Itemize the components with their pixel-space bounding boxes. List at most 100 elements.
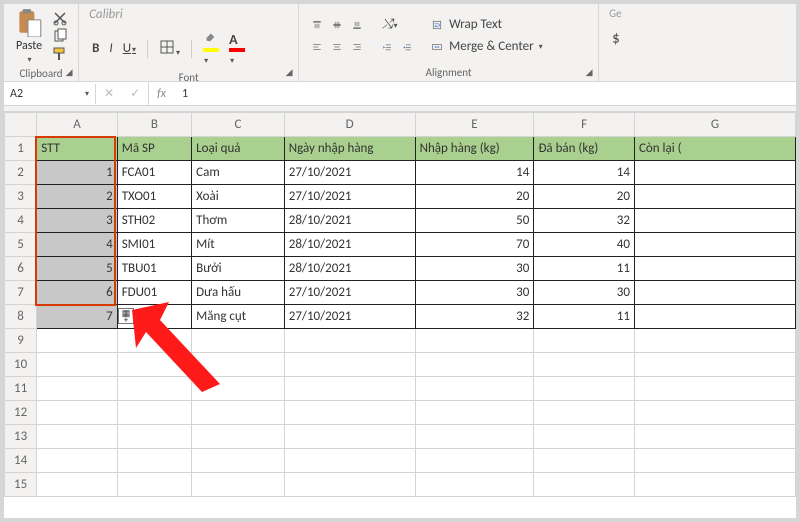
- cell[interactable]: [534, 473, 635, 497]
- cell[interactable]: 70: [415, 233, 534, 257]
- autofill-options-icon[interactable]: ▦+: [118, 308, 134, 324]
- cell[interactable]: 50: [415, 209, 534, 233]
- cell[interactable]: Thơm: [192, 209, 285, 233]
- cell[interactable]: [117, 377, 191, 401]
- cell[interactable]: [415, 401, 534, 425]
- cell[interactable]: Mít: [192, 233, 285, 257]
- cell[interactable]: [117, 449, 191, 473]
- cell[interactable]: [534, 449, 635, 473]
- cell[interactable]: [634, 281, 795, 305]
- col-header[interactable]: A: [37, 113, 118, 137]
- name-box[interactable]: A2 ▾: [4, 84, 96, 104]
- cell[interactable]: Măng cụt: [192, 305, 285, 329]
- cell[interactable]: 3: [37, 209, 118, 233]
- cell[interactable]: [634, 185, 795, 209]
- row-header[interactable]: 5: [5, 233, 37, 257]
- row-header[interactable]: 7: [5, 281, 37, 305]
- cell[interactable]: FCA01: [117, 161, 191, 185]
- col-header[interactable]: D: [284, 113, 415, 137]
- fx-icon[interactable]: fx: [149, 87, 174, 101]
- cell[interactable]: [534, 377, 635, 401]
- cell[interactable]: [415, 329, 534, 353]
- cell[interactable]: 40: [534, 233, 635, 257]
- cell[interactable]: [37, 329, 118, 353]
- cell[interactable]: [192, 353, 285, 377]
- cell[interactable]: 14: [415, 161, 534, 185]
- cell[interactable]: [415, 353, 534, 377]
- cell[interactable]: [634, 425, 795, 449]
- cell[interactable]: [415, 425, 534, 449]
- cell[interactable]: 30: [534, 281, 635, 305]
- cell[interactable]: Dưa hấu: [192, 281, 285, 305]
- cell[interactable]: [534, 329, 635, 353]
- cell[interactable]: [634, 233, 795, 257]
- paste-button[interactable]: Paste ▾: [14, 7, 44, 65]
- table-row[interactable]: 43STH02Thơm28/10/20215032: [5, 209, 796, 233]
- cell[interactable]: 6: [37, 281, 118, 305]
- table-row[interactable]: 15: [5, 473, 796, 497]
- cell[interactable]: 11: [534, 257, 635, 281]
- cell[interactable]: 32: [534, 209, 635, 233]
- col-header[interactable]: C: [192, 113, 285, 137]
- table-row[interactable]: 76FDU01Dưa hấu27/10/20213030: [5, 281, 796, 305]
- border-button[interactable]: ▾: [156, 37, 183, 61]
- cell[interactable]: 30: [415, 257, 534, 281]
- cell[interactable]: [634, 449, 795, 473]
- table-row[interactable]: 65TBU01Bưởi28/10/20213011: [5, 257, 796, 281]
- cell[interactable]: 28/10/2021: [284, 209, 415, 233]
- cell[interactable]: [117, 473, 191, 497]
- col-header[interactable]: F: [534, 113, 635, 137]
- header-cell[interactable]: Còn lại (: [634, 137, 795, 161]
- cell[interactable]: [284, 353, 415, 377]
- cell[interactable]: 2: [37, 185, 118, 209]
- table-row[interactable]: 32TXO01Xoài27/10/20212020: [5, 185, 796, 209]
- table-row[interactable]: 12: [5, 401, 796, 425]
- cell[interactable]: [37, 377, 118, 401]
- row-header[interactable]: 12: [5, 401, 37, 425]
- cell[interactable]: [634, 377, 795, 401]
- row-header[interactable]: 10: [5, 353, 37, 377]
- increase-indent-icon[interactable]: [399, 40, 415, 56]
- cell[interactable]: 1: [37, 161, 118, 185]
- table-row[interactable]: 13: [5, 425, 796, 449]
- row-header[interactable]: 3: [5, 185, 37, 209]
- align-top-icon[interactable]: [309, 17, 325, 33]
- table-row[interactable]: 54SMI01Mít28/10/20217040: [5, 233, 796, 257]
- align-left-icon[interactable]: [309, 39, 325, 55]
- cell[interactable]: 28/10/2021: [284, 257, 415, 281]
- align-bottom-icon[interactable]: [349, 17, 365, 33]
- row-header[interactable]: 13: [5, 425, 37, 449]
- cell[interactable]: [534, 425, 635, 449]
- cell[interactable]: [284, 473, 415, 497]
- cell[interactable]: [634, 473, 795, 497]
- cell[interactable]: [117, 353, 191, 377]
- cell[interactable]: Bưởi: [192, 257, 285, 281]
- orientation-button[interactable]: ⤭▾: [379, 15, 400, 34]
- cell[interactable]: [634, 209, 795, 233]
- cancel-fx-icon[interactable]: ✕: [96, 86, 122, 101]
- cell[interactable]: 5: [37, 257, 118, 281]
- header-cell[interactable]: Loại quả: [192, 137, 285, 161]
- cell[interactable]: [634, 257, 795, 281]
- cell[interactable]: [634, 329, 795, 353]
- font-dialog-launcher-icon[interactable]: ◢: [284, 67, 294, 77]
- align-middle-icon[interactable]: [329, 17, 345, 33]
- cell[interactable]: [192, 401, 285, 425]
- cell[interactable]: [415, 473, 534, 497]
- cell[interactable]: [634, 305, 795, 329]
- cell[interactable]: [192, 329, 285, 353]
- cell[interactable]: Xoài: [192, 185, 285, 209]
- decrease-indent-icon[interactable]: [379, 40, 395, 56]
- table-row[interactable]: 10: [5, 353, 796, 377]
- format-painter-icon[interactable]: [52, 46, 68, 62]
- table-row[interactable]: 14: [5, 449, 796, 473]
- cell[interactable]: 4: [37, 233, 118, 257]
- cell[interactable]: [117, 401, 191, 425]
- cell[interactable]: FDU01: [117, 281, 191, 305]
- header-cell[interactable]: Nhập hàng (kg): [415, 137, 534, 161]
- cell[interactable]: TBU01: [117, 257, 191, 281]
- cell[interactable]: 28/10/2021: [284, 233, 415, 257]
- cell[interactable]: [37, 401, 118, 425]
- align-center-icon[interactable]: [329, 39, 345, 55]
- cell[interactable]: [37, 473, 118, 497]
